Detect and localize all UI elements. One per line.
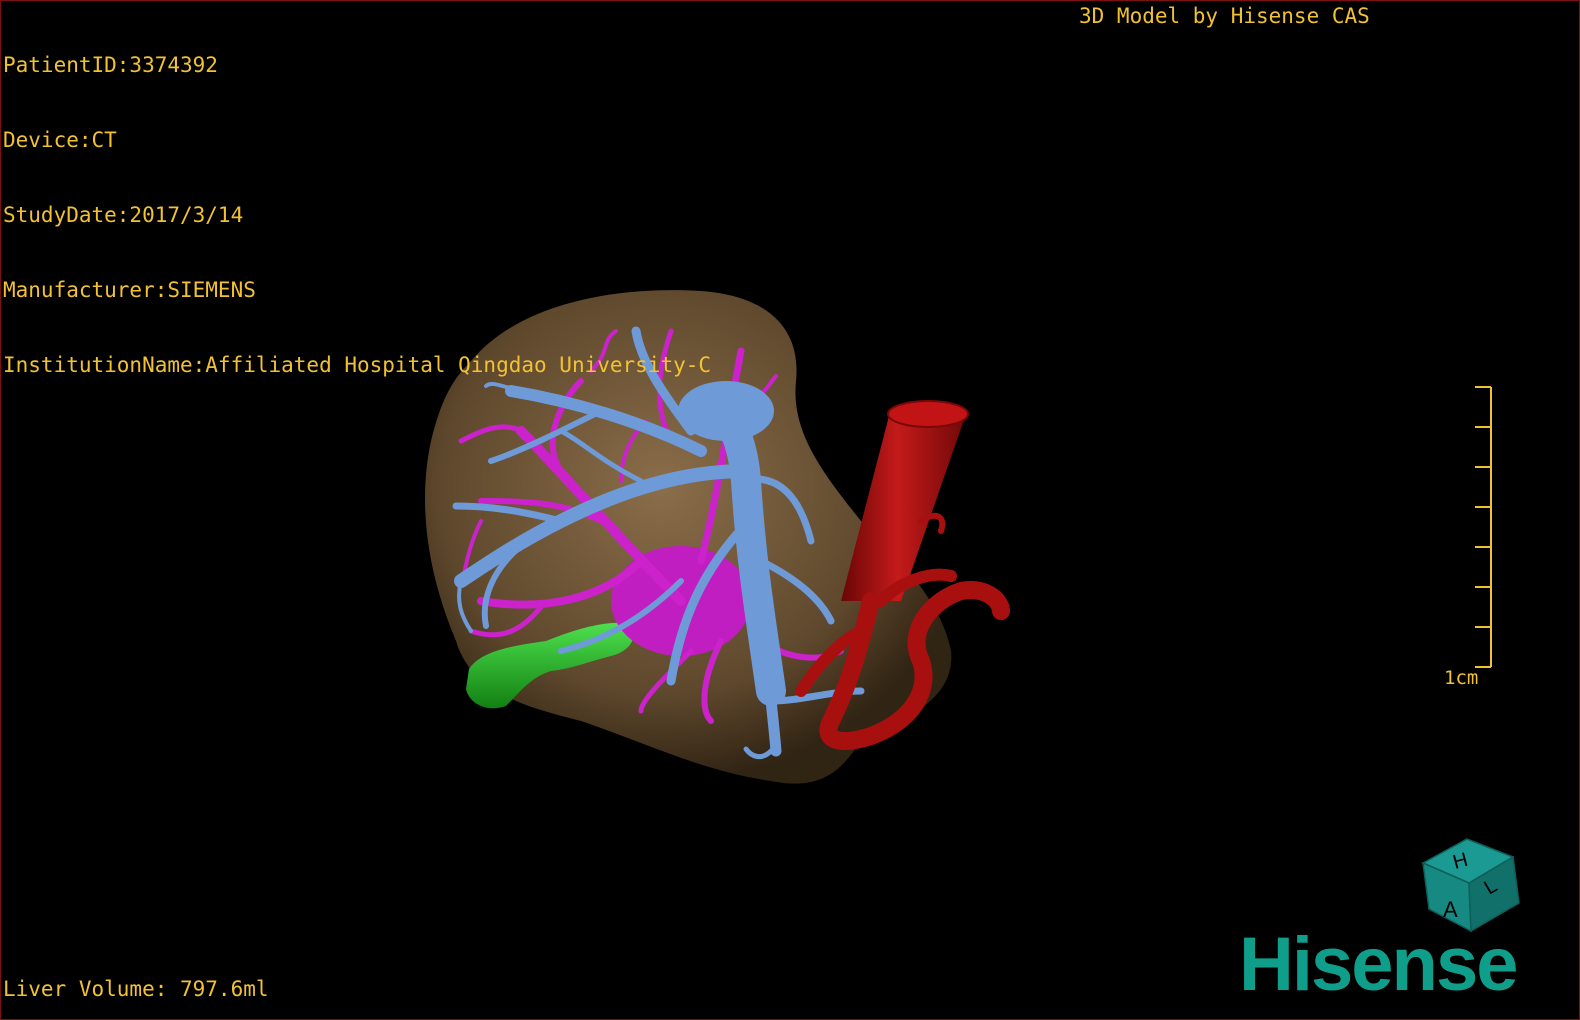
dicom-info-overlay: PatientID:3374392 Device:CT StudyDate:20… bbox=[3, 3, 711, 428]
scale-bar bbox=[1475, 386, 1492, 668]
hisense-logo: Hisense bbox=[1239, 922, 1518, 1007]
scale-bar-label: 1cm bbox=[1444, 667, 1479, 689]
institution-label: InstitutionName:Affiliated Hospital Qing… bbox=[3, 353, 712, 377]
manufacturer-label: Manufacturer:SIEMENS bbox=[3, 278, 256, 302]
3d-viewport[interactable]: H A L PatientID:3374392 Device:CT StudyD… bbox=[0, 0, 1580, 1020]
model-title: 3D Model by Hisense CAS bbox=[1079, 4, 1370, 28]
study-date-label: StudyDate:2017/3/14 bbox=[3, 203, 244, 227]
device-label: Device:CT bbox=[3, 128, 117, 152]
patient-id-label: PatientID:3374392 bbox=[3, 53, 218, 77]
liver-volume-label: Liver Volume: 797.6ml bbox=[3, 977, 269, 1001]
orientation-cube-icon[interactable]: H A L bbox=[1421, 838, 1520, 933]
cube-face-a: A bbox=[1443, 897, 1458, 922]
